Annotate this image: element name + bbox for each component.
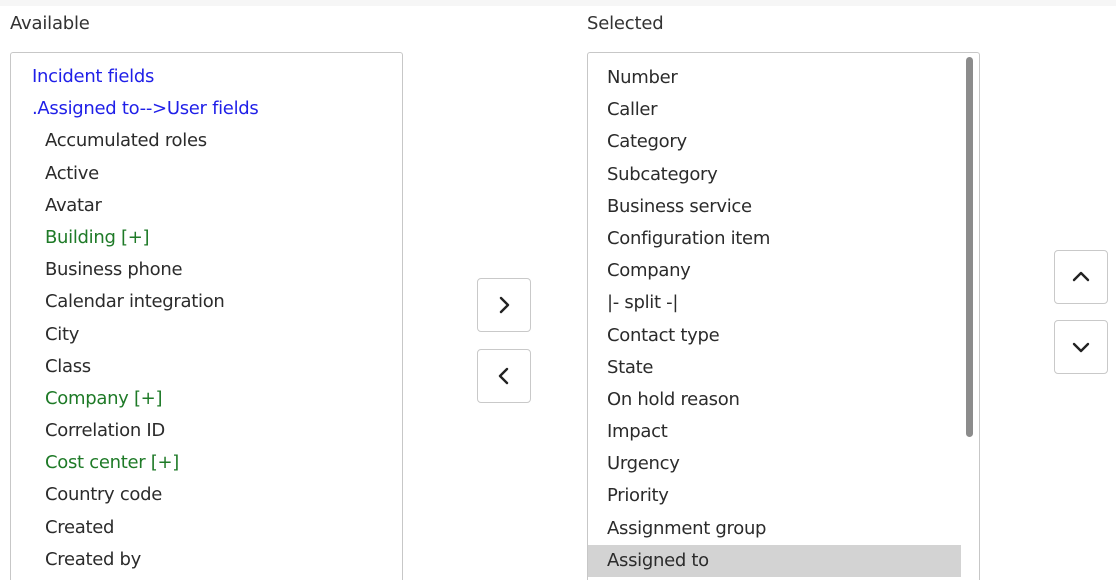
selected-field-option[interactable]: Configuration item xyxy=(588,223,961,255)
chevron-down-icon xyxy=(1072,342,1090,353)
selected-field-option[interactable]: Priority xyxy=(588,480,961,512)
available-field-option[interactable]: Correlation ID xyxy=(11,415,402,447)
selected-field-option[interactable]: Contact type xyxy=(588,320,961,352)
available-group-header[interactable]: .Assigned to-->User fields xyxy=(11,93,402,125)
available-field-option[interactable]: Business phone xyxy=(11,254,402,286)
top-divider xyxy=(0,0,1116,6)
available-field-option[interactable]: City xyxy=(11,319,402,351)
selected-field-option[interactable]: State xyxy=(588,352,961,384)
available-group-header[interactable]: Incident fields xyxy=(11,61,402,93)
available-field-option[interactable]: Active xyxy=(11,158,402,190)
available-field-option[interactable]: Class xyxy=(11,351,402,383)
available-field-option[interactable]: Created xyxy=(11,512,402,544)
available-list: Incident fields .Assigned to-->User field… xyxy=(11,61,402,576)
chevron-left-icon xyxy=(498,367,509,385)
add-to-selected-button[interactable] xyxy=(477,278,531,332)
available-field-option[interactable]: Building [+] xyxy=(11,222,402,254)
selected-listbox[interactable]: Number Caller Category Subcategory Business … xyxy=(587,52,980,580)
available-listbox[interactable]: Incident fields .Assigned to-->User field… xyxy=(10,52,403,580)
chevron-up-icon xyxy=(1072,271,1090,282)
selected-field-option[interactable]: Assignment group xyxy=(588,513,961,545)
available-field-option[interactable]: Country code xyxy=(11,479,402,511)
available-field-option[interactable]: Avatar xyxy=(11,190,402,222)
selected-list-scrollbar[interactable] xyxy=(966,57,973,437)
chevron-right-icon xyxy=(499,296,510,314)
selected-field-option[interactable]: Subcategory xyxy=(588,159,961,191)
selected-field-option[interactable]: Category xyxy=(588,126,961,158)
selected-field-option[interactable]: Assigned to xyxy=(588,544,961,577)
available-field-option[interactable]: Company [+] xyxy=(11,383,402,415)
remove-from-selected-button[interactable] xyxy=(477,349,531,403)
available-field-option[interactable]: Calendar integration xyxy=(11,286,402,318)
selected-list: Number Caller Category Subcategory Business … xyxy=(588,62,979,577)
selected-field-option[interactable]: |- split -| xyxy=(588,287,961,319)
selected-field-option[interactable]: Urgency xyxy=(588,448,961,480)
move-up-button[interactable] xyxy=(1054,250,1108,304)
selected-field-option[interactable]: Business service xyxy=(588,191,961,223)
available-field-option[interactable]: Cost center [+] xyxy=(11,447,402,479)
move-down-button[interactable] xyxy=(1054,320,1108,374)
selected-field-option[interactable]: Number xyxy=(588,62,961,94)
selected-heading: Selected xyxy=(587,13,664,34)
selected-field-option[interactable]: On hold reason xyxy=(588,384,961,416)
selected-field-option[interactable]: Caller xyxy=(588,94,961,126)
available-field-option[interactable]: Created by xyxy=(11,544,402,576)
selected-field-option[interactable]: Company xyxy=(588,255,961,287)
available-field-option[interactable]: Accumulated roles xyxy=(11,125,402,157)
selected-field-option[interactable]: Impact xyxy=(588,416,961,448)
available-heading: Available xyxy=(10,13,90,34)
